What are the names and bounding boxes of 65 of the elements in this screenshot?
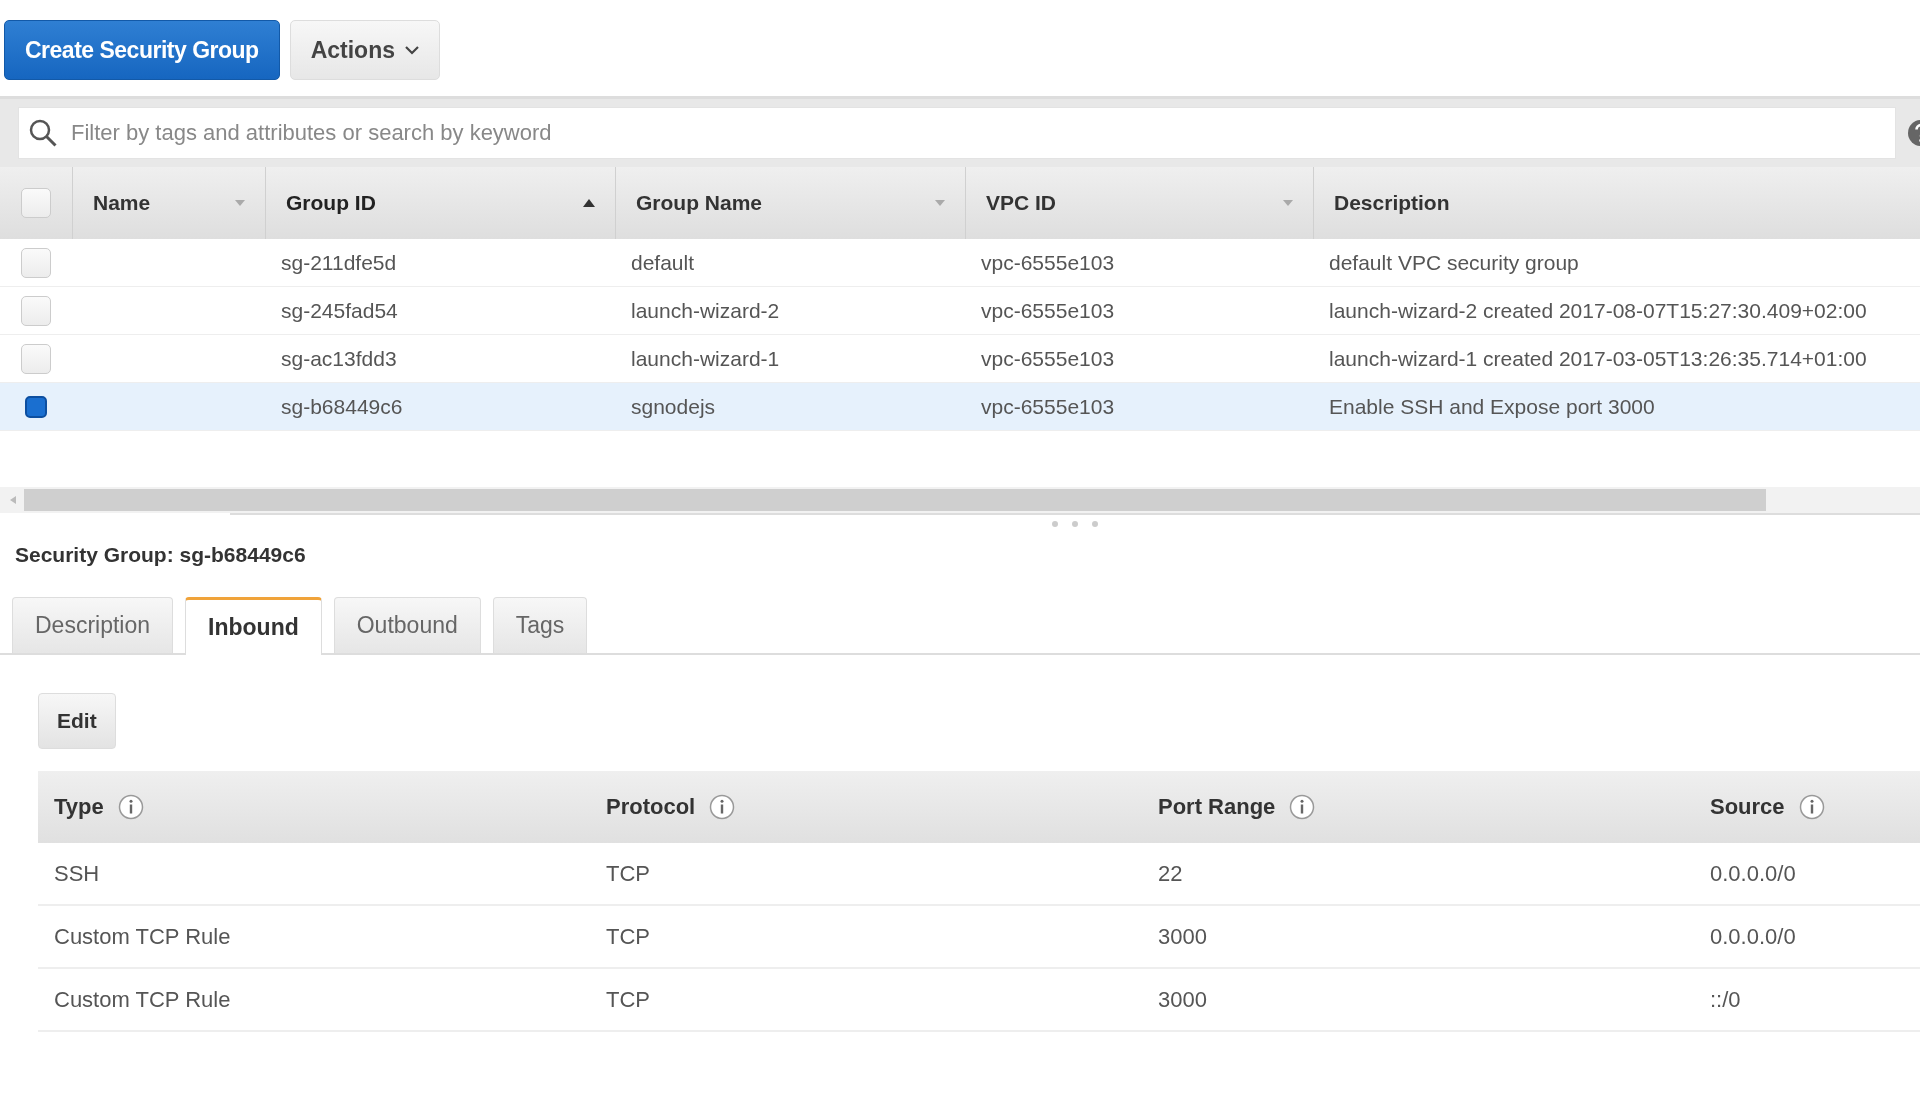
table-cell: Custom TCP Rule — [54, 923, 231, 950]
column-header-cell[interactable]: Name — [72, 167, 265, 239]
sort-caret-icon[interactable] — [1283, 200, 1293, 206]
search-icon — [28, 118, 58, 148]
sort-caret-icon[interactable] — [935, 200, 945, 206]
tab[interactable]: Description — [12, 597, 174, 653]
edit-button[interactable]: Edit — [38, 693, 116, 749]
column-header: Protocol — [606, 794, 696, 820]
table-cell: sg-ac13fdd3 — [281, 346, 397, 371]
details-title: Security Group: sg-b68449c6 — [14, 542, 307, 568]
column-header-cell[interactable]: VPC ID — [965, 167, 1313, 239]
sort-ascending-icon[interactable] — [583, 199, 595, 207]
table-cell: launch-wizard-2 — [631, 298, 780, 323]
table-cell: sg-211dfe5d — [281, 250, 397, 275]
table-cell: vpc-6555e103 — [981, 394, 1115, 419]
table-cell: Enable SSH and Expose port 3000 — [1329, 394, 1655, 419]
info-icon[interactable] — [1798, 794, 1825, 820]
column-header-cell[interactable]: Group ID — [265, 167, 615, 239]
row-checkbox[interactable] — [25, 395, 47, 418]
table-cell: vpc-6555e103 — [981, 346, 1115, 371]
table-cell: default VPC security group — [1329, 250, 1579, 275]
table-cell: 0.0.0.0/0 — [1710, 860, 1796, 887]
tab[interactable]: Inbound — [185, 597, 322, 655]
tab[interactable]: Tags — [492, 597, 588, 653]
table-cell: 3000 — [1158, 986, 1207, 1013]
table-cell: launch-wizard-2 created 2017-08-07T15:27:30.409+02:00 — [1329, 298, 1867, 323]
table-cell: TCP — [606, 860, 650, 887]
table-cell: 3000 — [1158, 923, 1207, 950]
tab[interactable]: Outbound — [333, 597, 481, 653]
create-security-group-button[interactable]: Create Security Group — [4, 20, 280, 80]
table-cell: 0.0.0.0/0 — [1710, 923, 1796, 950]
table-cell: default — [631, 250, 695, 275]
table-cell: SSH — [54, 860, 100, 887]
table-cell: 22 — [1158, 860, 1183, 887]
column-header-cell[interactable]: Description — [1313, 167, 1920, 239]
actions-button[interactable]: Actions — [289, 20, 440, 80]
table-row[interactable]: sg-245fad54 launch-wizard-2 vpc-6555e103 launch-wizard-2 created 2017-08-07T15:27:30.409+02:00 — [0, 287, 1920, 335]
sort-caret-icon[interactable] — [235, 200, 245, 206]
column-header-cell[interactable]: Group Name — [615, 167, 965, 239]
scrollbar-thumb[interactable] — [24, 489, 1766, 511]
select-all-checkbox[interactable] — [21, 188, 51, 218]
table-cell: vpc-6555e103 — [981, 298, 1115, 323]
table-cell: ::/0 — [1710, 986, 1741, 1013]
info-icon[interactable] — [117, 794, 144, 820]
column-header: Type — [54, 794, 104, 820]
resize-handle-icon[interactable] — [1052, 521, 1098, 527]
table-cell: Custom TCP Rule — [54, 986, 231, 1013]
table-cell: TCP — [606, 986, 650, 1013]
column-header: Source — [1710, 794, 1785, 820]
table-row[interactable]: sg-b68449c6 sgnodejs vpc-6555e103 Enable SSH and Expose port 3000 — [0, 383, 1920, 431]
caret-icon — [405, 45, 419, 55]
table-cell: sg-b68449c6 — [281, 394, 403, 419]
table-cell: sg-245fad54 — [281, 298, 398, 323]
table-cell: TCP — [606, 923, 650, 950]
table-cell: launch-wizard-1 — [631, 346, 780, 371]
table-cell: sgnodejs — [631, 394, 716, 419]
table-cell: launch-wizard-1 created 2017-03-05T13:26:35.714+01:00 — [1329, 346, 1867, 371]
info-icon[interactable] — [1289, 794, 1316, 820]
horizontal-scrollbar[interactable] — [0, 487, 1920, 513]
scroll-left-icon[interactable] — [10, 496, 16, 504]
column-header: Port Range — [1158, 794, 1276, 820]
table-cell: vpc-6555e103 — [981, 250, 1115, 275]
search-field[interactable]: Filter by tags and attributes or search by keyword — [18, 107, 1896, 159]
table-row[interactable]: sg-211dfe5d default vpc-6555e103 default VPC security group — [0, 239, 1920, 287]
info-icon[interactable] — [709, 794, 736, 820]
